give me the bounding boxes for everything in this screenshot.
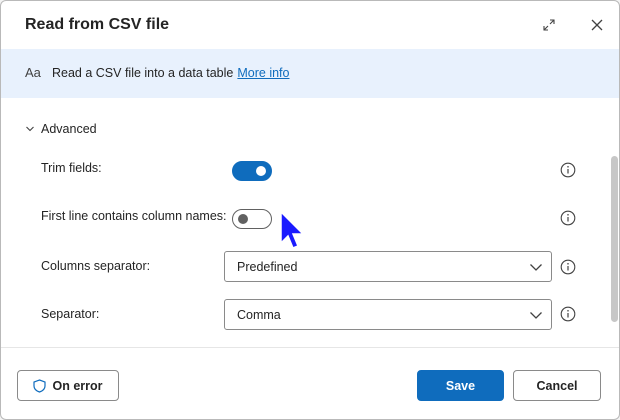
cancel-button[interactable]: Cancel: [513, 370, 601, 401]
more-info-link[interactable]: More info: [237, 66, 289, 80]
info-icon[interactable]: [560, 259, 576, 275]
read-csv-dialog: Read from CSV file Aa Read a CSV file in…: [0, 0, 620, 420]
chevron-down-icon: [530, 264, 542, 271]
dialog-title: Read from CSV file: [25, 16, 170, 33]
info-icon[interactable]: [560, 306, 576, 322]
columns-separator-value: Predefined: [237, 260, 298, 274]
trim-fields-label: Trim fields:: [41, 161, 102, 175]
info-icon[interactable]: [560, 210, 576, 226]
toggle-knob: [256, 166, 266, 176]
mouse-cursor-icon: [280, 211, 305, 249]
advanced-section-toggle[interactable]: Advanced: [25, 122, 97, 136]
separator-label: Separator:: [41, 307, 100, 321]
separator-value: Comma: [237, 308, 281, 322]
first-line-toggle[interactable]: [232, 209, 272, 229]
footer-divider: [1, 347, 619, 348]
expand-icon[interactable]: [537, 13, 561, 37]
on-error-button[interactable]: On error: [17, 370, 119, 401]
chevron-down-icon: [530, 312, 542, 319]
info-description: Read a CSV file into a data table More in…: [52, 66, 289, 80]
columns-separator-select[interactable]: Predefined: [224, 251, 552, 282]
info-description-text: Read a CSV file into a data table: [52, 66, 234, 80]
shield-icon: [33, 378, 47, 393]
info-bar: Aa Read a CSV file into a data table More…: [1, 49, 619, 98]
vertical-scrollbar[interactable]: [611, 156, 618, 322]
columns-separator-label: Columns separator:: [41, 259, 151, 273]
on-error-label: On error: [52, 378, 103, 393]
trim-fields-toggle[interactable]: [232, 161, 272, 181]
chevron-down-icon: [26, 126, 34, 132]
separator-select[interactable]: Comma: [224, 299, 552, 330]
toggle-knob: [238, 214, 248, 224]
first-line-label: First line contains column names:: [41, 209, 227, 223]
text-aa-icon: Aa: [25, 65, 41, 80]
close-icon[interactable]: [585, 13, 609, 37]
advanced-label: Advanced: [41, 122, 97, 136]
info-icon[interactable]: [560, 162, 576, 178]
save-button[interactable]: Save: [417, 370, 504, 401]
